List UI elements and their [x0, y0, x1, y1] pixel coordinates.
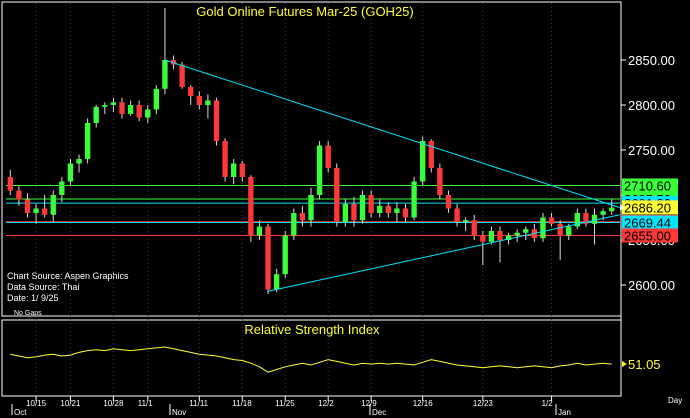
candle-up [282, 235, 288, 275]
rsi-title: Relative Strength Index [244, 322, 380, 337]
candle-up [127, 105, 134, 114]
candle-down [385, 205, 391, 213]
x-month-label: Dec [372, 408, 386, 417]
y-tick-label: 2850.00 [628, 53, 675, 68]
y-tick-label: 2600.00 [628, 278, 675, 293]
candle-down [188, 87, 194, 96]
candle-down [16, 190, 22, 200]
candle-down [368, 195, 374, 213]
chart-title: Gold Online Futures Mar-25 (GOH25) [196, 4, 413, 19]
candle-up [591, 214, 598, 224]
candle-up [540, 217, 546, 239]
y-tick-label: 2750.00 [628, 143, 675, 158]
candle-up [462, 220, 469, 222]
x-tick-label: 11/25 [275, 399, 295, 408]
candle-down [222, 141, 228, 177]
candle-up [50, 195, 56, 215]
candle-up [566, 226, 572, 236]
price-label: 2655.00 [624, 229, 671, 244]
x-tick-label: 12/23 [473, 399, 494, 408]
candle-down [557, 223, 563, 236]
candle-up [488, 231, 495, 242]
candle-down [239, 163, 245, 177]
candle-down [480, 235, 486, 242]
x-month-label: Oct [14, 408, 27, 417]
candle-up [256, 226, 263, 236]
candle-up [308, 195, 314, 221]
candle-up [394, 208, 400, 213]
candle-down [248, 177, 254, 236]
candle-down [265, 226, 271, 290]
candle-up [273, 274, 280, 290]
candle-up [145, 109, 151, 118]
candle-down [179, 64, 185, 87]
candle-up [231, 163, 237, 177]
candle-up [84, 123, 91, 159]
candle-up [59, 181, 65, 195]
candle-up [67, 163, 74, 182]
candle-up [162, 60, 168, 89]
rsi-value-label: 51.05 [628, 357, 661, 372]
candle-up [33, 208, 39, 213]
candle-up [110, 102, 117, 105]
candle-up [359, 195, 366, 221]
candle-down [299, 213, 306, 221]
x-month-label: Nov [172, 408, 186, 417]
candle-up [377, 205, 383, 213]
candle-up [316, 145, 323, 195]
candle-down [334, 168, 340, 222]
x-tick-label: 11/11 [189, 399, 208, 408]
x-tick-label: 11/1 [138, 399, 154, 408]
x-tick-label: 11/18 [232, 399, 252, 408]
candle-up [153, 88, 160, 110]
candle-up [291, 213, 297, 236]
candle-down [351, 204, 357, 221]
candle-down [24, 199, 31, 213]
x-tick-label: 12/9 [361, 399, 377, 408]
candle-up [342, 204, 349, 222]
x-month-label: Jan [558, 408, 571, 417]
candle-down [437, 168, 443, 195]
x-tick-label: 10/21 [60, 399, 81, 408]
price-label: 2686.20 [624, 200, 671, 215]
candle-down [196, 96, 202, 105]
x-tick-label: 10/15 [26, 399, 47, 408]
candle-down [136, 105, 142, 118]
candle-up [102, 105, 108, 107]
x-tick-label: 12/16 [413, 399, 434, 408]
candle-up [514, 232, 520, 236]
candle-down [41, 208, 48, 215]
chart-source-text: Chart Source: Aspen Graphics [7, 271, 129, 281]
candle-up [600, 211, 606, 215]
candle-down [471, 220, 477, 236]
candle-down [428, 141, 434, 168]
date-text: Date: 1/ 9/25 [7, 293, 59, 303]
candle-down [402, 208, 409, 218]
candle-up [93, 106, 99, 123]
chart-canvas: Gold Online Futures Mar-25 (GOH25) Chart… [0, 0, 690, 418]
price-panel [1, 1, 622, 317]
candle-up [523, 229, 529, 233]
candle-up [76, 159, 82, 164]
candle-up [411, 181, 417, 218]
candle-down [497, 231, 503, 240]
candle-down [454, 208, 460, 222]
candle-up [609, 207, 615, 212]
data-source-text: Data Source: Thai [7, 282, 79, 292]
x-tick-label: 1/2 [542, 399, 554, 408]
candle-down [548, 217, 555, 224]
candle-up [205, 100, 211, 105]
candle-up [420, 141, 426, 182]
chart-root: Gold Online Futures Mar-25 (GOH25) Chart… [0, 0, 690, 418]
candle-down [445, 195, 452, 209]
candle-down [325, 145, 331, 168]
candle-down [213, 100, 220, 141]
x-tick-label: 10/28 [103, 399, 124, 408]
x-tick-label: 12/2 [318, 399, 334, 408]
y-tick-label: 2800.00 [628, 98, 675, 113]
no-gaps-text: No Gaps [14, 310, 42, 317]
candle-down [7, 177, 13, 191]
x-unit-label: Day [668, 396, 682, 405]
candle-down [119, 102, 125, 114]
